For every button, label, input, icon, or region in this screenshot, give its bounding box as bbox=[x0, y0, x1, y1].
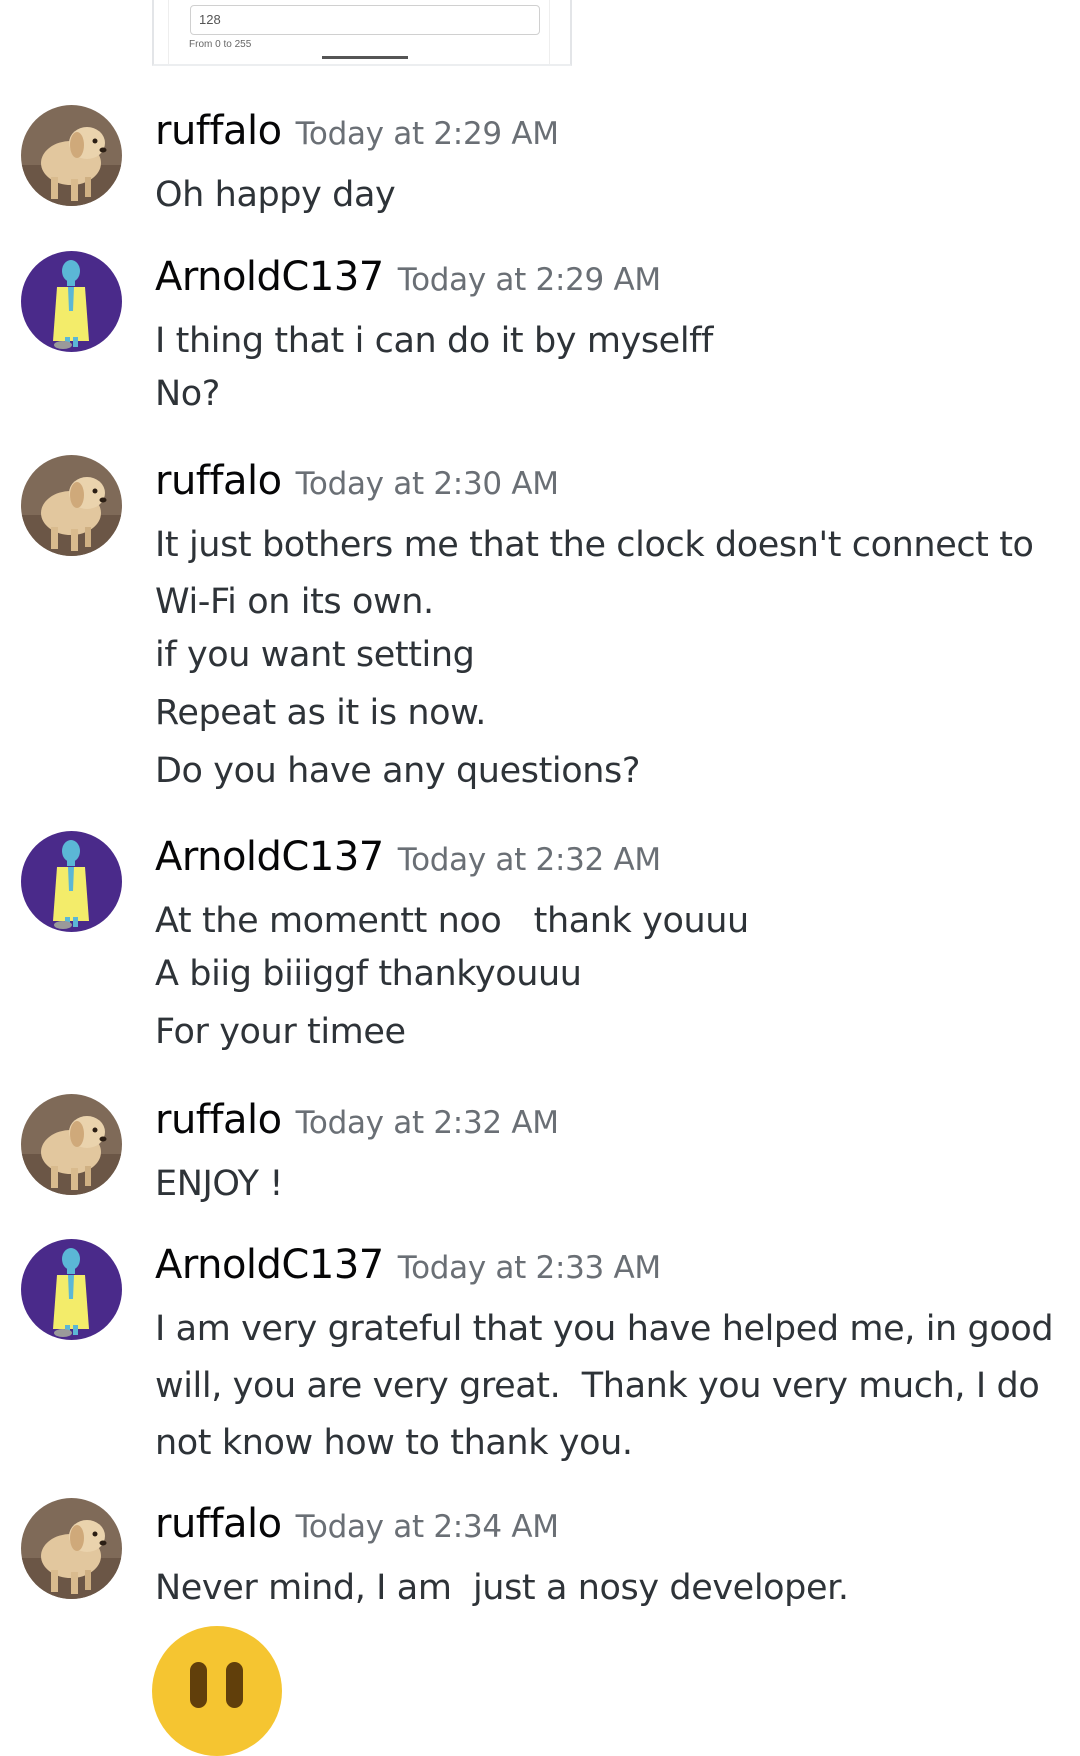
cartoon-man-avatar-image bbox=[21, 251, 122, 352]
embedded-input-hint: From 0 to 255 bbox=[189, 39, 252, 47]
username[interactable]: ArnoldC137 bbox=[155, 254, 384, 300]
dog-avatar-image bbox=[21, 105, 122, 206]
timestamp[interactable]: Today at 2:32 AM bbox=[398, 842, 661, 878]
emoji-right-eye bbox=[226, 1662, 243, 1708]
message-header: ArnoldC137 Today at 2:29 AM bbox=[155, 254, 661, 300]
username[interactable]: ArnoldC137 bbox=[155, 1242, 384, 1288]
message-line: ENJOY ! bbox=[155, 1164, 283, 1204]
message-header: ruffalo Today at 2:32 AM bbox=[155, 1097, 559, 1143]
message-content: Never mind, I am just a nosy developer. bbox=[155, 1568, 1055, 1608]
embedded-slider-handle bbox=[322, 56, 408, 59]
username[interactable]: ruffalo bbox=[155, 1097, 282, 1143]
message-content: It just bothers me that the clock doesn'… bbox=[155, 525, 1055, 791]
username[interactable]: ruffalo bbox=[155, 1501, 282, 1547]
message-content: Oh happy day bbox=[155, 175, 1055, 215]
dog-avatar-image bbox=[21, 1094, 122, 1195]
cartoon-man-avatar[interactable] bbox=[21, 831, 122, 932]
dog-avatar[interactable] bbox=[21, 105, 122, 206]
message-header: ruffalo Today at 2:29 AM bbox=[155, 108, 559, 154]
message-header: ArnoldC137 Today at 2:32 AM bbox=[155, 834, 661, 880]
cartoon-man-avatar[interactable] bbox=[21, 251, 122, 352]
timestamp[interactable]: Today at 2:33 AM bbox=[398, 1250, 661, 1286]
message-line: A biig biiiggf thankyouuu bbox=[155, 954, 582, 994]
embedded-input-field: 128 bbox=[190, 5, 540, 35]
username[interactable]: ruffalo bbox=[155, 458, 282, 504]
dog-avatar[interactable] bbox=[21, 455, 122, 556]
dog-avatar[interactable] bbox=[21, 1498, 122, 1599]
timestamp[interactable]: Today at 2:29 AM bbox=[296, 116, 559, 152]
message-line: will, you are very great. Thank you very… bbox=[155, 1366, 1040, 1406]
cartoon-man-avatar[interactable] bbox=[21, 1239, 122, 1340]
message-line: I thing that i can do it by myselff bbox=[155, 321, 713, 361]
message-line: I am very grateful that you have helped … bbox=[155, 1309, 1054, 1349]
message-content: At the momentt noo thank youuu A biig bi… bbox=[155, 901, 1055, 1052]
message-line: For your timee bbox=[155, 1012, 406, 1052]
timestamp[interactable]: Today at 2:29 AM bbox=[398, 262, 661, 298]
cartoon-man-avatar-image bbox=[21, 831, 122, 932]
timestamp[interactable]: Today at 2:32 AM bbox=[296, 1105, 559, 1141]
message-line: At the momentt noo thank youuu bbox=[155, 901, 749, 941]
message-header: ArnoldC137 Today at 2:33 AM bbox=[155, 1242, 661, 1288]
dog-avatar-image bbox=[21, 1498, 122, 1599]
timestamp[interactable]: Today at 2:34 AM bbox=[296, 1509, 559, 1545]
message-line: Never mind, I am just a nosy developer. bbox=[155, 1568, 849, 1608]
dog-avatar-image bbox=[21, 455, 122, 556]
username[interactable]: ArnoldC137 bbox=[155, 834, 384, 880]
message-content: I am very grateful that you have helped … bbox=[155, 1309, 1055, 1463]
message-line: It just bothers me that the clock doesn'… bbox=[155, 525, 1034, 565]
message-line: Oh happy day bbox=[155, 175, 396, 215]
message-line: not know how to thank you. bbox=[155, 1423, 633, 1463]
message-line: Repeat as it is now. bbox=[155, 693, 486, 733]
dog-avatar[interactable] bbox=[21, 1094, 122, 1195]
message-line: if you want setting bbox=[155, 635, 475, 675]
message-line: Wi-Fi on its own. bbox=[155, 582, 434, 622]
message-content: ENJOY ! bbox=[155, 1164, 1055, 1204]
username[interactable]: ruffalo bbox=[155, 108, 282, 154]
message-content: I thing that i can do it by myselff No? bbox=[155, 321, 1055, 414]
emoji-left-eye bbox=[190, 1662, 207, 1708]
message-line: Do you have any questions? bbox=[155, 751, 641, 791]
speechless-face-emoji bbox=[152, 1626, 282, 1756]
message-line: No? bbox=[155, 374, 220, 414]
cartoon-man-avatar-image bbox=[21, 1239, 122, 1340]
message-header: ruffalo Today at 2:34 AM bbox=[155, 1501, 559, 1547]
timestamp[interactable]: Today at 2:30 AM bbox=[296, 466, 559, 502]
message-header: ruffalo Today at 2:30 AM bbox=[155, 458, 559, 504]
